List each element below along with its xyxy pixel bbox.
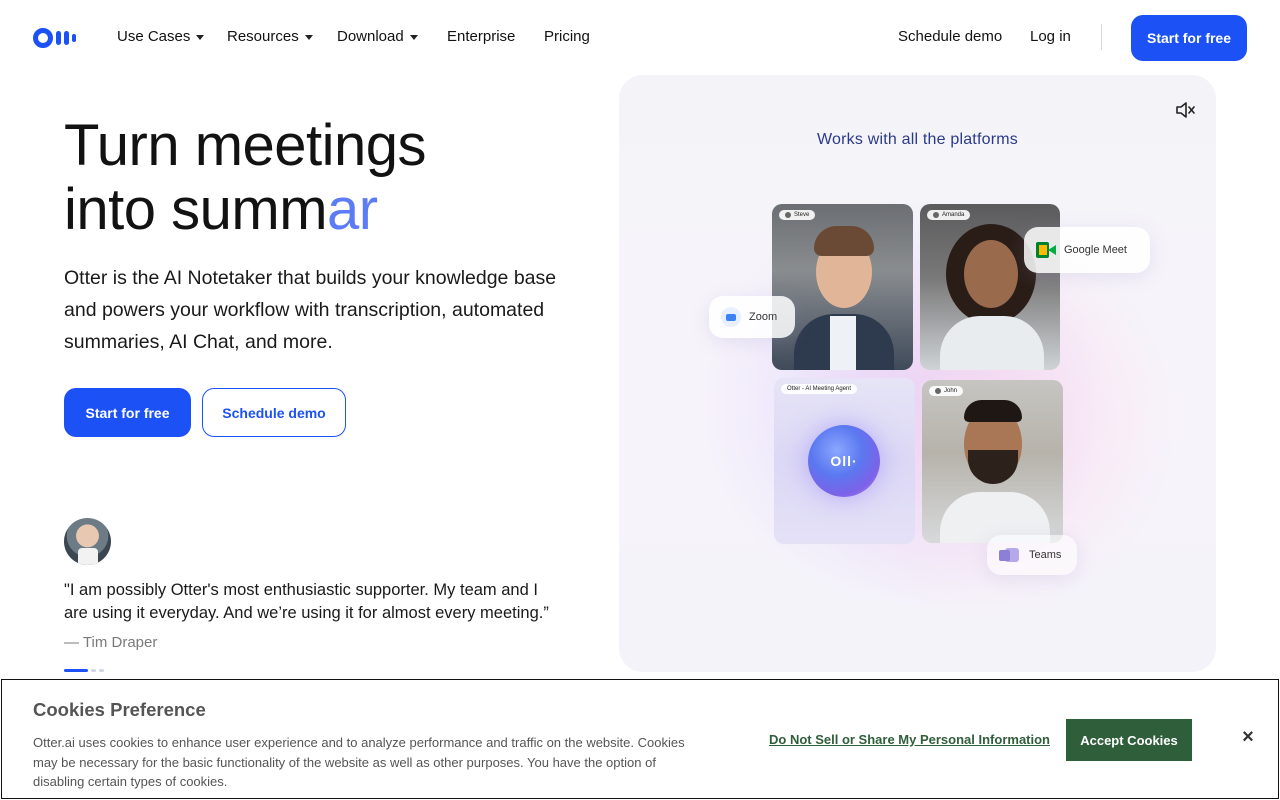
nav-pricing-label: Pricing [544, 28, 590, 45]
do-not-sell-link[interactable]: Do Not Sell or Share My Personal Informa… [769, 732, 1050, 747]
platforms-video: Works with all the platforms Steve Amand… [619, 75, 1216, 672]
cookie-banner: Cookies Preference Otter.ai uses cookies… [1, 679, 1279, 799]
teams-label: Teams [1029, 549, 1062, 561]
pager-dot-active[interactable] [64, 669, 88, 672]
nav-enterprise-label: Enterprise [447, 28, 516, 45]
chevron-down-icon [409, 35, 418, 40]
participant-label: Amanda [927, 210, 971, 220]
nav-download[interactable]: Download [337, 28, 418, 45]
testimonial-author: — Tim Draper [64, 634, 158, 651]
hero-start-free-button[interactable]: Start for free [64, 388, 191, 437]
headline-line-2: into summ [64, 177, 328, 242]
teams-pill: Teams [987, 535, 1077, 575]
google-meet-icon [1036, 242, 1056, 258]
testimonial-pager [64, 669, 104, 672]
pager-dot[interactable] [99, 669, 104, 672]
chevron-down-icon [196, 35, 205, 40]
zoom-icon [721, 307, 741, 327]
cookie-title: Cookies Preference [33, 699, 206, 720]
testimonial-avatar [64, 518, 111, 565]
teams-icon [999, 546, 1021, 564]
platforms-title: Works with all the platforms [817, 131, 1018, 148]
nav-use-cases[interactable]: Use Cases [117, 28, 205, 45]
chevron-down-icon [304, 35, 313, 40]
headline-accent: ar [327, 177, 378, 242]
nav-enterprise[interactable]: Enterprise [447, 28, 515, 45]
zoom-label: Zoom [749, 311, 778, 323]
participant-label: Steve [779, 210, 816, 220]
hero-headline: Turn meetings into summar [64, 113, 427, 242]
accept-cookies-button[interactable]: Accept Cookies [1066, 719, 1192, 761]
headline-line-1: Turn meetings [64, 113, 427, 178]
cookie-text: Otter.ai uses cookies to enhance user ex… [33, 735, 685, 789]
nav-log-in[interactable]: Log in [1030, 28, 1071, 45]
google-meet-pill: Google Meet [1024, 227, 1150, 273]
participant-tile-steve: Steve [772, 204, 913, 370]
nav-use-cases-label: Use Cases [117, 28, 191, 45]
pager-dot[interactable] [91, 669, 96, 672]
nav-resources[interactable]: Resources [227, 28, 313, 45]
nav-pricing[interactable]: Pricing [544, 28, 590, 45]
zoom-pill: Zoom [709, 296, 795, 338]
nav-resources-label: Resources [227, 28, 299, 45]
hero-schedule-demo-button[interactable]: Schedule demo [202, 388, 346, 437]
nav-divider [1101, 24, 1102, 50]
otter-logo[interactable] [33, 28, 85, 48]
participant-label: Otter - AI Meeting Agent [781, 384, 858, 394]
participant-label: John [929, 386, 964, 396]
google-meet-label: Google Meet [1064, 244, 1127, 256]
nav-start-free-button[interactable]: Start for free [1131, 15, 1247, 61]
top-nav: Use Cases Resources Download Enterprise … [0, 0, 1280, 74]
nav-schedule-demo[interactable]: Schedule demo [898, 28, 1002, 45]
hero-subtext: Otter is the AI Notetaker that builds yo… [64, 267, 557, 353]
testimonial-quote: "I am possibly Otter's most enthusiastic… [64, 581, 549, 622]
participant-tile-otter-agent: Oll· Otter - AI Meeting Agent [774, 378, 915, 544]
otter-agent-logo-icon: Oll· [808, 425, 880, 497]
participant-tile-john: John [922, 380, 1063, 543]
mute-icon[interactable] [1175, 101, 1195, 119]
nav-download-label: Download [337, 28, 404, 45]
close-icon[interactable]: × [1238, 727, 1258, 747]
